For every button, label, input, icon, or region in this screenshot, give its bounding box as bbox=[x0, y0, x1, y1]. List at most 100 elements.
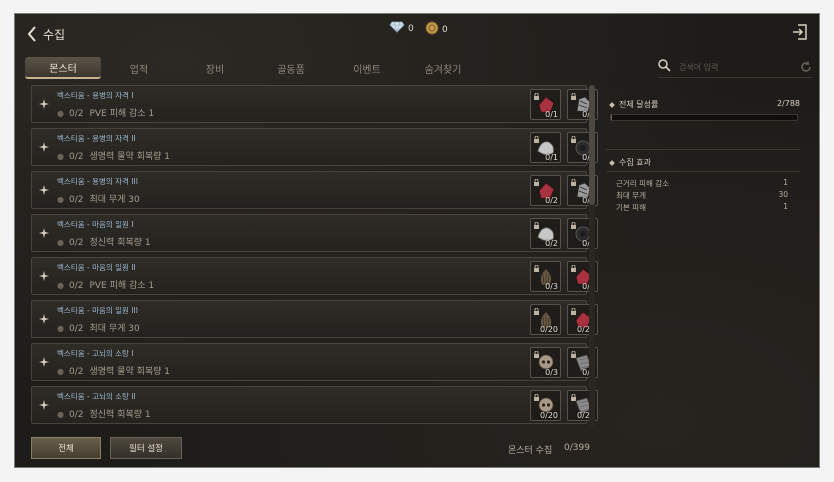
effect-value: 1 bbox=[783, 178, 788, 187]
exit-button[interactable] bbox=[791, 23, 809, 41]
item-slot[interactable]: 0/20 bbox=[530, 304, 561, 335]
item-count: 0/20 bbox=[540, 325, 558, 334]
collection-row[interactable]: 벡스티움 - 고뇌의 소탕 I ●0/2생명력 물약 회복량 1 0/3 0/3 bbox=[31, 343, 598, 381]
collection-row[interactable]: 벡스티움 - 용병의 자격 I ●0/2PVE 피해 감소 1 0/1 0/1 bbox=[31, 85, 598, 123]
collection-row[interactable]: 벡스티움 - 고뇌의 소탕 II ● 0/2 정신력 회복량 1 0/20 0/20 bbox=[31, 386, 598, 424]
collection-name: 벡스티움 - 마음의 일원 II bbox=[57, 263, 136, 272]
collection-effect: ● 0/2 PVE 피해 감소 1 bbox=[57, 106, 154, 119]
star-bullet-icon bbox=[39, 99, 49, 109]
back-button[interactable]: 수집 bbox=[27, 23, 77, 45]
star-bullet-icon bbox=[39, 142, 49, 152]
dot-icon: ● bbox=[57, 281, 64, 290]
tab-event[interactable]: 이벤트 bbox=[329, 57, 405, 79]
category-tabs: 몬스터 업적 장비 골동품 이벤트 숨겨찾기 bbox=[25, 57, 555, 79]
progress-label: 전체 달성률 bbox=[619, 100, 659, 109]
diamond-count: 0 bbox=[408, 23, 414, 34]
filter-settings-button[interactable]: 필터 설정 bbox=[110, 437, 182, 459]
coin-count: 0 bbox=[442, 24, 448, 35]
coin-currency: 0 bbox=[425, 21, 448, 38]
collection-name: 벡스티움 - 고뇌의 소탕 I bbox=[57, 349, 134, 358]
collection-name: 벡스티움 - 마음의 일원 I bbox=[57, 220, 134, 229]
dot-icon: ● bbox=[57, 109, 64, 118]
collection-row[interactable]: 벡스티움 - 용병의 자격 II ● 0/2 생명력 물약 회복량 1 0/1 0/… bbox=[31, 128, 598, 166]
refresh-icon[interactable] bbox=[800, 61, 812, 76]
effect-row: 기본 피해 1 bbox=[616, 202, 788, 213]
collection-effect: ● 0/2 정신력 회복량 1 bbox=[57, 235, 151, 248]
all-filter-button[interactable]: 전체 bbox=[31, 437, 101, 459]
effects-title-text: 수집 효과 bbox=[619, 158, 651, 167]
diamond-bullet-icon bbox=[609, 159, 615, 166]
monster-collect-label: 몬스터 수집 bbox=[508, 446, 553, 456]
header: 수집 0 0 bbox=[15, 14, 819, 54]
tab-achievement[interactable]: 업적 bbox=[101, 57, 177, 79]
collection-effect-text: 최대 무게 30 bbox=[89, 195, 140, 205]
tab-monster[interactable]: 몬스터 bbox=[25, 57, 101, 79]
search-input[interactable] bbox=[677, 61, 781, 73]
search-icon bbox=[658, 59, 671, 75]
collection-effect-text: 최대 무게 30 bbox=[89, 324, 140, 334]
page-title: 수집 bbox=[43, 27, 66, 42]
collection-effect-text: 정신력 회복량 1 bbox=[89, 238, 151, 248]
collection-row[interactable]: 벡스티움 - 마음의 일원 III ● 0/2 최대 무게 30 0/20 0/20 bbox=[31, 300, 598, 338]
item-slot[interactable]: 0/2 bbox=[530, 175, 561, 206]
collection-name: 벡스티움 - 용병의 자격 I bbox=[57, 91, 134, 100]
dot-icon: ● bbox=[57, 195, 64, 204]
item-count: 0/2 bbox=[545, 196, 558, 205]
collection-progress: 0/2 bbox=[68, 281, 84, 291]
item-count: 0/20 bbox=[540, 411, 558, 420]
dot-icon: ● bbox=[57, 367, 64, 376]
collection-row[interactable]: 벡스티움 - 용병의 자격 III ● 0/2 최대 무게 30 0/2 0/2 bbox=[31, 171, 598, 209]
collection-effect: ● 0/2 최대 무게 30 bbox=[57, 321, 140, 334]
progress-bar bbox=[610, 114, 798, 121]
scrollbar-thumb[interactable] bbox=[589, 85, 595, 205]
star-bullet-icon bbox=[39, 228, 49, 238]
item-slot[interactable]: 0/20 bbox=[530, 390, 561, 421]
item-slot[interactable]: 0/3 bbox=[530, 261, 561, 292]
dot-icon: ● bbox=[57, 324, 64, 333]
progress-value: 2/788 bbox=[776, 99, 800, 108]
collection-row[interactable]: 벡스티움 - 마음의 일원 II ●0/2PVE 피해 감소 1 0/3 0/3 bbox=[31, 257, 598, 295]
tab-label: 몬스터 bbox=[49, 63, 77, 75]
item-slot[interactable]: 0/3 bbox=[530, 347, 561, 378]
effect-label: 기본 피해 bbox=[616, 203, 646, 212]
collection-window: 수집 0 0 몬스터 업적 장비 골동품 이벤트 숨겨찾기 검색어 입력 벡스티… bbox=[14, 13, 820, 468]
tab-antique[interactable]: 골동품 bbox=[253, 57, 329, 79]
collection-list: 벡스티움 - 용병의 자격 I ●0/2PVE 피해 감소 1 0/1 0/1 … bbox=[31, 85, 603, 429]
effect-row: 근거리 피해 감소 1 bbox=[616, 178, 788, 189]
effects-title: 수집 효과 bbox=[609, 157, 651, 168]
monster-collect-value: 0/399 bbox=[564, 443, 590, 453]
collection-progress: 0/2 bbox=[68, 152, 84, 162]
collection-effect: ● 0/2 PVE 피해 감소 1 bbox=[57, 278, 154, 291]
effect-row: 최대 무게 30 bbox=[616, 190, 788, 201]
collection-row[interactable]: 벡스티움 - 마음의 일원 I ● 0/2 정신력 회복량 1 0/2 0/2 bbox=[31, 214, 598, 252]
star-bullet-icon bbox=[39, 357, 49, 367]
all-button-label: 전체 bbox=[58, 444, 74, 454]
collection-effect: ● 0/2 정신력 회복량 1 bbox=[57, 407, 151, 420]
dot-icon: ● bbox=[57, 152, 64, 161]
collection-effect: ● 0/2 최대 무게 30 bbox=[57, 192, 140, 205]
collection-effect-text: PVE 피해 감소 1 bbox=[89, 109, 155, 119]
collection-progress: 0/2 bbox=[68, 109, 84, 119]
star-bullet-icon bbox=[39, 185, 49, 195]
collection-effect: ● 0/2 생명력 물약 회복량 1 bbox=[57, 149, 170, 162]
tab-equipment[interactable]: 장비 bbox=[177, 57, 253, 79]
item-slot[interactable]: 0/2 bbox=[530, 218, 561, 249]
tab-label: 이벤트 bbox=[353, 64, 381, 76]
diamond-currency: 0 bbox=[389, 21, 414, 36]
collection-progress: 0/2 bbox=[68, 410, 84, 420]
diamond-bullet-icon bbox=[609, 101, 615, 108]
item-slot[interactable]: 0/1 bbox=[530, 132, 561, 163]
tab-favorites[interactable]: 숨겨찾기 bbox=[405, 57, 481, 79]
effect-label: 근거리 피해 감소 bbox=[616, 179, 670, 188]
effect-label: 최대 무게 bbox=[616, 191, 646, 200]
collection-progress: 0/2 bbox=[68, 324, 84, 334]
list-scrollbar[interactable] bbox=[589, 85, 595, 427]
collection-name: 벡스티움 - 용병의 자격 III bbox=[57, 177, 138, 186]
star-bullet-icon bbox=[39, 400, 49, 410]
star-bullet-icon bbox=[39, 271, 49, 281]
item-count: 0/3 bbox=[545, 368, 558, 377]
collection-effect-text: PVE 피해 감소 1 bbox=[89, 281, 155, 291]
collection-effect-text: 생명력 물약 회복량 1 bbox=[89, 367, 171, 377]
item-slot[interactable]: 0/1 bbox=[530, 89, 561, 120]
tab-label: 숨겨찾기 bbox=[424, 64, 462, 76]
